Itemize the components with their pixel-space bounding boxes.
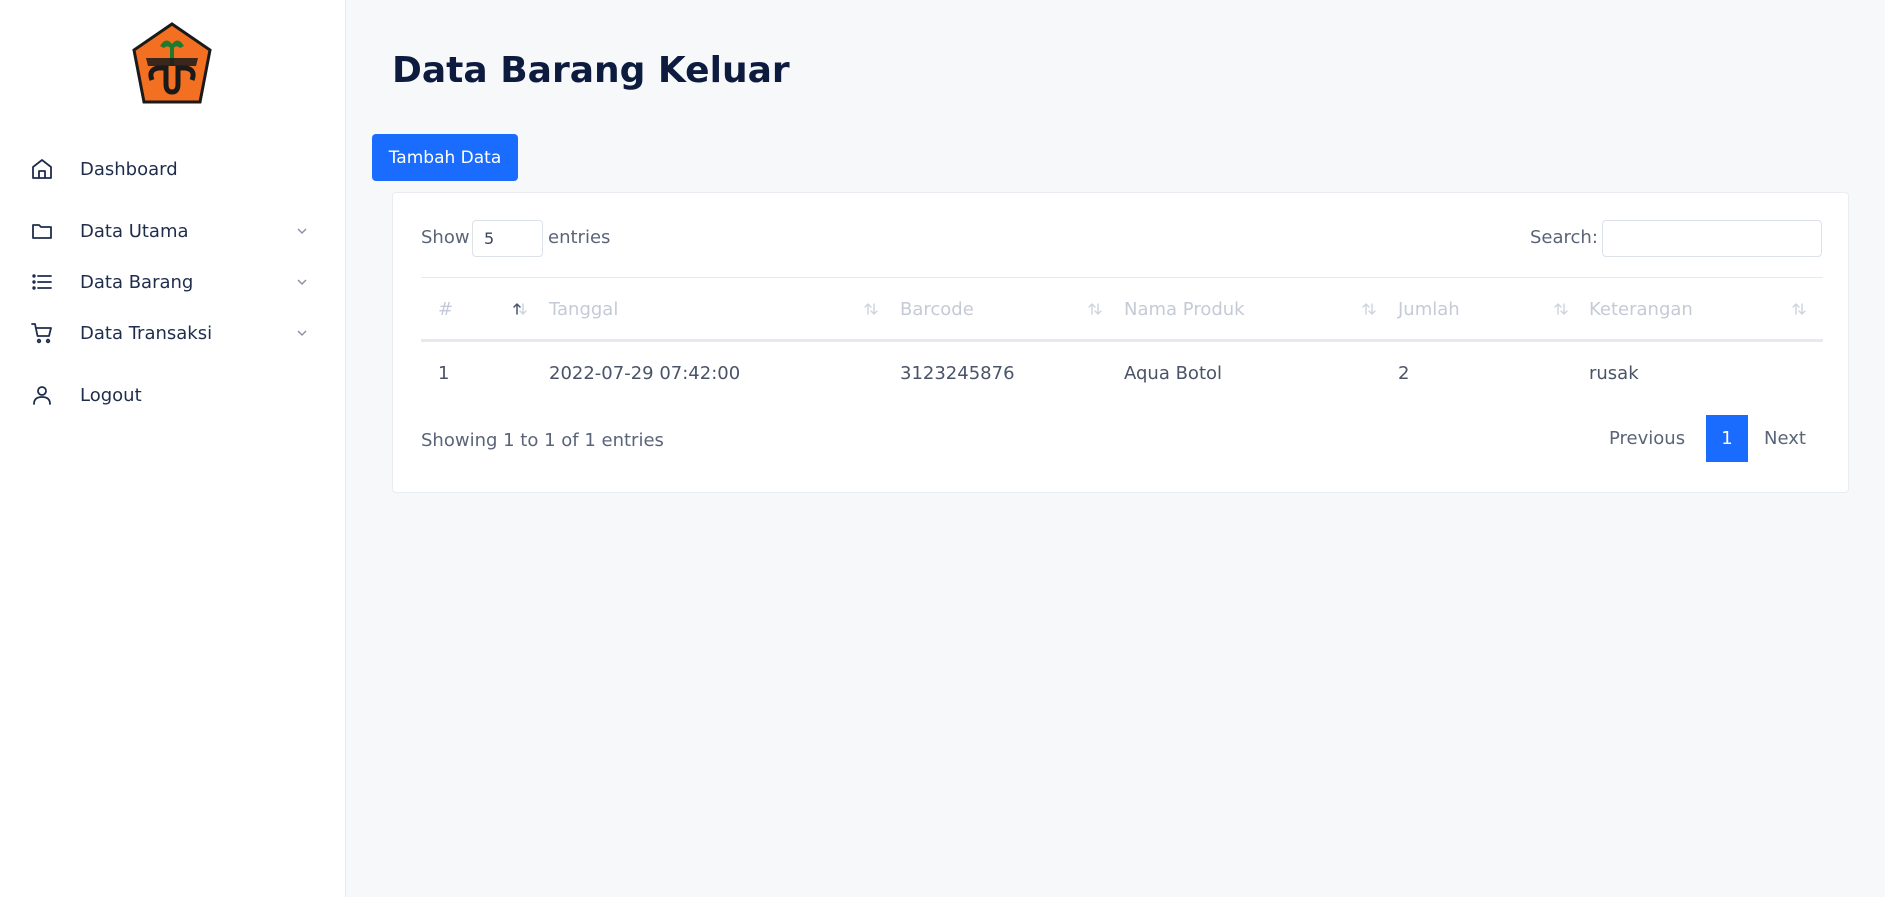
sidebar-item-label: Data Utama [80, 220, 189, 242]
cell-nama-produk: Aqua Botol [1124, 362, 1223, 384]
sidebar-item-dashboard[interactable]: Dashboard [0, 149, 346, 189]
chevron-down-icon [294, 325, 310, 341]
sort-ascending-icon [510, 299, 530, 319]
sidebar-item-label: Logout [80, 384, 142, 406]
column-header-number[interactable]: # [438, 278, 530, 340]
sort-icon [1085, 299, 1105, 319]
column-header-label: Keterangan [1589, 298, 1693, 320]
sort-icon [1359, 299, 1379, 319]
sidebar-item-logout[interactable]: Logout [0, 375, 346, 415]
chevron-down-icon [294, 274, 310, 290]
polije-logo-icon[interactable] [130, 22, 214, 106]
column-header-keterangan[interactable]: Keterangan [1589, 278, 1809, 340]
search-label: Search: [1530, 227, 1598, 248]
column-header-barcode[interactable]: Barcode [900, 278, 1105, 340]
table-header: # Tanggal Barcode Nama Produk Jumlah Ket… [421, 277, 1823, 342]
entries-per-page-select[interactable] [472, 220, 543, 257]
cell-barcode: 3123245876 [900, 362, 1015, 384]
column-header-tanggal[interactable]: Tanggal [549, 278, 881, 340]
column-header-label: Tanggal [549, 298, 619, 320]
cell-tanggal: 2022-07-29 07:42:00 [549, 362, 741, 384]
pagination-next[interactable]: Next [1764, 415, 1806, 462]
table-info: Showing 1 to 1 of 1 entries [421, 430, 664, 451]
sidebar-item-data-transaksi[interactable]: Data Transaksi [0, 313, 346, 353]
sidebar-item-data-barang[interactable]: Data Barang [0, 262, 346, 302]
add-data-button[interactable]: Tambah Data [372, 134, 518, 181]
column-header-nama-produk[interactable]: Nama Produk [1124, 278, 1379, 340]
list-icon [30, 270, 54, 294]
chevron-down-icon [294, 223, 310, 239]
sidebar-item-data-utama[interactable]: Data Utama [0, 211, 346, 251]
home-icon [30, 157, 54, 181]
column-header-jumlah[interactable]: Jumlah [1398, 278, 1571, 340]
page-title: Data Barang Keluar [392, 50, 790, 91]
sidebar-item-label: Dashboard [80, 158, 178, 180]
sidebar: Dashboard Data Utama Data Barang Data Tr… [0, 0, 346, 897]
cart-icon [30, 321, 54, 345]
sort-icon [1551, 299, 1571, 319]
show-label: Show [421, 227, 470, 248]
entries-label: entries [548, 227, 611, 248]
user-icon [30, 383, 54, 407]
sidebar-item-label: Data Transaksi [80, 322, 213, 344]
sidebar-item-label: Data Barang [80, 271, 194, 293]
folder-icon [30, 219, 54, 243]
cell-keterangan: rusak [1589, 362, 1639, 384]
sort-icon [1789, 299, 1809, 319]
sort-icon [861, 299, 881, 319]
column-header-label: # [438, 298, 454, 320]
search-input[interactable] [1602, 220, 1822, 257]
table-row: 1 2022-07-29 07:42:00 3123245876 Aqua Bo… [421, 342, 1823, 404]
cell-number: 1 [438, 362, 450, 384]
pagination-page-1[interactable]: 1 [1706, 415, 1748, 462]
table-card: Show entries Search: # Tanggal Barcode N… [392, 192, 1849, 493]
column-header-label: Nama Produk [1124, 298, 1245, 320]
cell-jumlah: 2 [1398, 362, 1410, 384]
column-header-label: Barcode [900, 298, 974, 320]
column-header-label: Jumlah [1398, 298, 1460, 320]
pagination-previous[interactable]: Previous [1609, 415, 1685, 462]
